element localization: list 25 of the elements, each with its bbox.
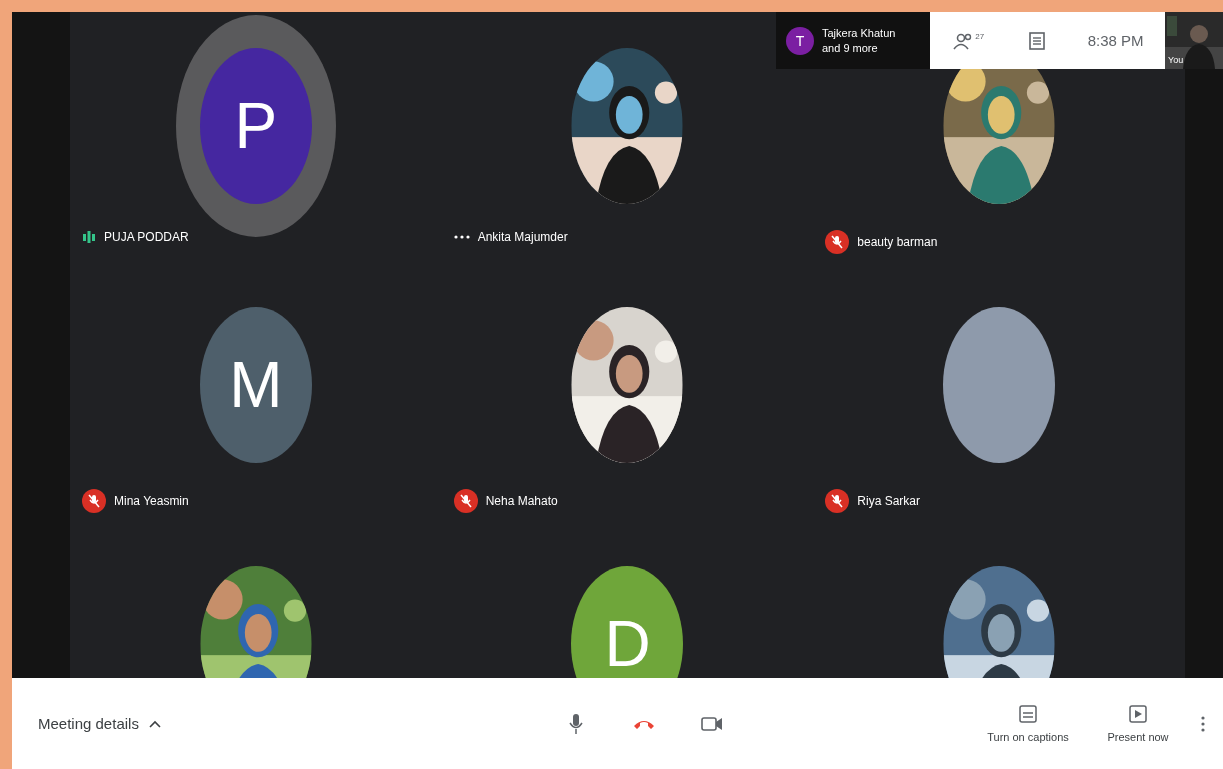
notification-avatar: T — [786, 26, 814, 55]
notification-title: Tajkera Khatun — [822, 27, 896, 39]
captions-button[interactable]: Turn on captions — [973, 703, 1083, 744]
meeting-details-button[interactable]: Meeting details — [34, 711, 165, 736]
present-icon — [1128, 704, 1148, 723]
clock-time: 8:38 PM — [1087, 32, 1144, 49]
participant-name: Ankita Majumder — [477, 230, 568, 244]
notification-subtitle: and 9 more — [822, 42, 879, 54]
letter-avatar: D — [571, 566, 684, 678]
present-button[interactable]: Present now — [1083, 703, 1193, 744]
captions-icon — [1018, 704, 1038, 723]
caret-up-icon — [148, 719, 161, 728]
letter-avatar: M — [199, 307, 312, 463]
microphone-icon — [568, 712, 583, 735]
camera-icon — [700, 715, 723, 732]
participant-name: Neha Mahato — [485, 494, 558, 508]
participant-name: beauty barman — [857, 235, 938, 249]
chat-icon — [1029, 31, 1045, 50]
self-view-label: You — [1168, 55, 1184, 65]
more-icon — [1201, 714, 1205, 733]
participant-name: Riya Sarkar — [857, 494, 920, 508]
participant-name: Mina Yeasmin — [114, 494, 189, 508]
letter-avatar: P — [199, 48, 312, 204]
participants-button[interactable]: 27 — [951, 31, 987, 50]
participant-name: PUJA PODDAR — [104, 230, 189, 244]
